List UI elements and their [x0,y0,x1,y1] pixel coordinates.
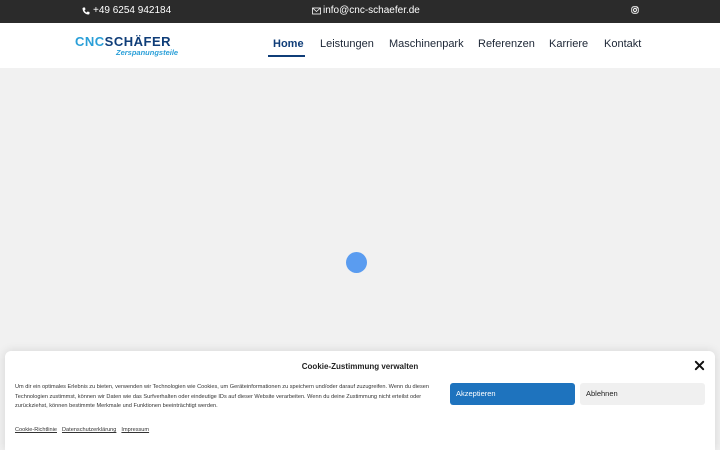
company-logo[interactable]: CNCSCHÄFER Zerspanungsteile [75,35,195,57]
envelope-icon [312,7,321,14]
nav-karriere[interactable]: Karriere [549,38,588,50]
nav-kontakt[interactable]: Kontakt [604,38,641,50]
top-bar: +49 6254 942184 info@cnc-schaefer.de [0,0,720,23]
logo-tagline: Zerspanungsteile [116,48,179,57]
close-icon[interactable] [694,360,705,371]
phone-number: +49 6254 942184 [93,5,172,16]
nav-maschinenpark[interactable]: Maschinenpark [389,38,464,50]
link-cookie-policy[interactable]: Cookie-Richtlinie [15,427,57,433]
loading-spinner [346,252,367,273]
cookie-title: Cookie-Zustimmung verwalten [301,362,419,371]
accept-button[interactable]: Akzeptieren [450,383,575,405]
cookie-consent-banner: Cookie-Zustimmung verwalten Um dir ein o… [5,351,715,450]
cookie-text: Um dir ein optimales Erlebnis zu bieten,… [15,384,429,409]
deny-button[interactable]: Ablehnen [580,383,705,405]
nav-referenzen[interactable]: Referenzen [478,38,535,50]
nav-leistungen[interactable]: Leistungen [320,38,374,50]
link-privacy[interactable]: Datenschutzerklärung [62,427,116,433]
phone-contact[interactable]: +49 6254 942184 [82,5,171,16]
phone-icon [82,7,90,14]
logo-wordmark: CNCSCHÄFER [75,34,172,49]
cookie-links: Cookie-Richtlinie Datenschutzerklärung I… [15,427,149,433]
nav-active-indicator [268,55,305,57]
link-imprint[interactable]: Impressum [121,427,149,433]
instagram-icon[interactable] [631,6,639,14]
site-header: CNCSCHÄFER Zerspanungsteile Home Leistun… [0,23,720,68]
email-address: info@cnc-schaefer.de [323,5,420,16]
email-contact[interactable]: info@cnc-schaefer.de [312,5,420,16]
nav-home[interactable]: Home [273,38,304,50]
